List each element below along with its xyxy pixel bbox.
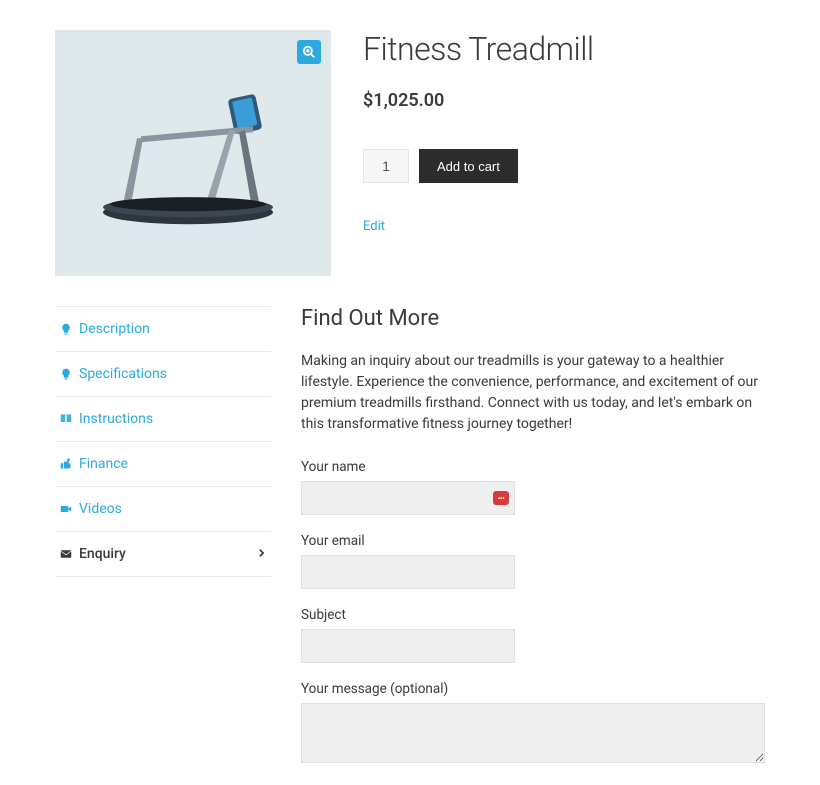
tab-instructions[interactable]: Instructions	[55, 396, 271, 441]
thumbs-up-icon	[59, 457, 73, 471]
tab-label: Description	[79, 321, 150, 337]
tab-label: Enquiry	[79, 546, 126, 562]
tabs-sidebar: Description Specifications Instructions …	[55, 306, 271, 785]
treadmill-illustration	[93, 76, 293, 236]
panel-title: Find Out More	[301, 306, 765, 331]
tab-enquiry[interactable]: Enquiry	[55, 531, 271, 577]
name-input[interactable]	[301, 481, 515, 515]
product-price: $1,025.00	[363, 90, 765, 111]
panel-description: Making an inquiry about our treadmills i…	[301, 351, 765, 435]
subject-label: Subject	[301, 607, 765, 623]
autofill-badge-icon[interactable]: •••	[493, 491, 509, 505]
chevron-right-icon	[258, 546, 265, 562]
zoom-icon[interactable]	[297, 40, 321, 64]
lightbulb-icon	[59, 367, 73, 381]
subject-input[interactable]	[301, 629, 515, 663]
video-icon	[59, 502, 73, 516]
tab-label: Instructions	[79, 411, 153, 427]
tab-description[interactable]: Description	[55, 306, 271, 351]
add-to-cart-button[interactable]: Add to cart	[419, 149, 518, 183]
product-image[interactable]	[55, 30, 331, 276]
tab-label: Specifications	[79, 366, 167, 382]
envelope-icon	[59, 547, 73, 561]
tab-videos[interactable]: Videos	[55, 486, 271, 531]
tab-finance[interactable]: Finance	[55, 441, 271, 486]
book-icon	[59, 412, 73, 426]
lightbulb-icon	[59, 322, 73, 336]
email-label: Your email	[301, 533, 765, 549]
edit-link[interactable]: Edit	[363, 219, 385, 234]
tab-label: Videos	[79, 501, 122, 517]
name-label: Your name	[301, 459, 765, 475]
email-input[interactable]	[301, 555, 515, 589]
message-label: Your message (optional)	[301, 681, 765, 697]
message-textarea[interactable]	[301, 703, 765, 763]
enquiry-panel: Find Out More Making an inquiry about ou…	[301, 306, 765, 785]
quantity-input[interactable]	[363, 149, 409, 183]
product-title: Fitness Treadmill	[363, 30, 765, 68]
tab-label: Finance	[79, 456, 128, 472]
tab-specifications[interactable]: Specifications	[55, 351, 271, 396]
